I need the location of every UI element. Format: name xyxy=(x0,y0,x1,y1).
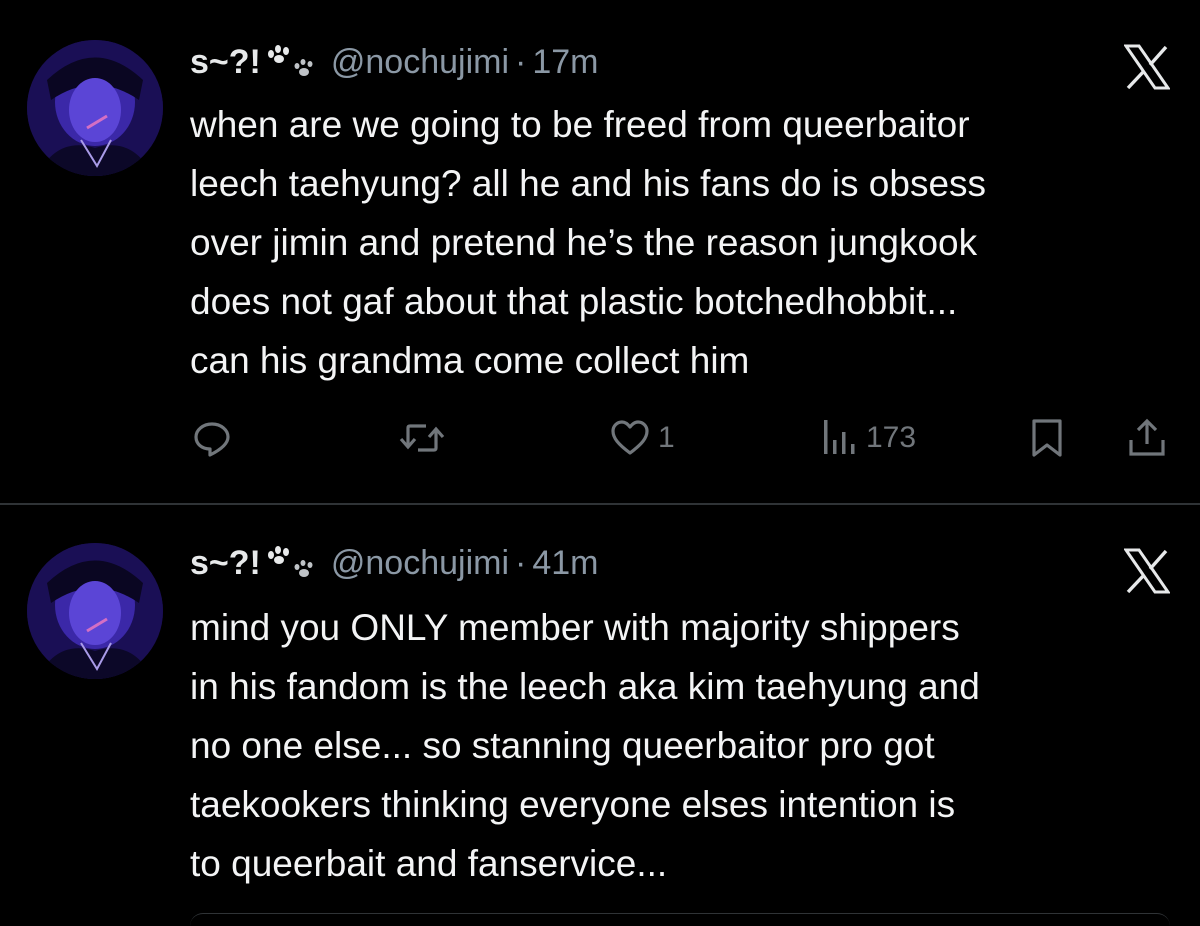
views-count: 173 xyxy=(866,421,917,454)
timestamp[interactable]: 41m xyxy=(532,544,598,583)
repost-icon xyxy=(399,424,445,452)
tweet-text-line: when are we going to be freed from queer… xyxy=(190,104,970,145)
tweet-text: when are we going to be freed from queer… xyxy=(190,95,1180,390)
tweet-text-line: to queerbait and fanservice... xyxy=(190,843,668,884)
views-button[interactable]: 173 xyxy=(816,413,916,463)
next-card-edge xyxy=(190,913,1170,926)
tweet-text-line: in his fandom is the leech aka kim taehy… xyxy=(190,666,980,707)
separator-dot: · xyxy=(515,42,527,81)
timestamp[interactable]: 17m xyxy=(532,43,598,82)
bookmark-button[interactable] xyxy=(1025,413,1069,463)
bar-chart-icon xyxy=(824,420,855,454)
tweet-1[interactable]: s~?! @nochujimi · 17m when are we going … xyxy=(0,0,1200,504)
separator-dot: · xyxy=(515,543,527,582)
user-handle[interactable]: @nochujimi xyxy=(331,43,509,82)
tweet-header: s~?! @nochujimi · 41m xyxy=(190,538,598,588)
x-logo-icon xyxy=(1124,44,1170,90)
tweet-text-line: mind you ONLY member with majority shipp… xyxy=(190,607,960,648)
heart-icon xyxy=(611,420,649,455)
like-count: 1 xyxy=(658,421,675,454)
tweet-text-line: no one else... so stanning queerbaitor p… xyxy=(190,725,935,766)
bookmark-icon xyxy=(1032,419,1062,457)
repost-button[interactable] xyxy=(396,413,448,463)
share-button[interactable] xyxy=(1125,413,1169,463)
display-name[interactable]: s~?! xyxy=(190,43,261,82)
reply-button[interactable] xyxy=(190,413,234,463)
tweet-text: mind you ONLY member with majority shipp… xyxy=(190,598,1180,893)
tweet-2[interactable]: s~?! @nochujimi · 41m mind you ONLY memb… xyxy=(0,506,1200,919)
avatar-photo xyxy=(27,543,163,679)
avatar-photo xyxy=(27,40,163,176)
avatar[interactable] xyxy=(27,40,163,176)
user-handle[interactable]: @nochujimi xyxy=(331,544,509,583)
tweet-text-line: leech taehyung? all he and his fans do i… xyxy=(190,163,987,204)
paw-prints-icon xyxy=(267,546,313,577)
share-upload-icon xyxy=(1129,418,1165,456)
tweet-header: s~?! @nochujimi · 17m xyxy=(190,37,598,87)
tweet-text-line: does not gaf about that plastic botchedh… xyxy=(190,281,958,322)
x-logo-icon xyxy=(1124,548,1170,594)
tweet-text-line: taekookers thinking everyone elses inten… xyxy=(190,784,956,825)
display-name[interactable]: s~?! xyxy=(190,544,261,583)
tweet-divider xyxy=(0,503,1200,505)
tweet-actions: 1 173 xyxy=(190,413,1170,463)
tweet-text-line: can his grandma come collect him xyxy=(190,340,750,381)
avatar[interactable] xyxy=(27,543,163,679)
like-button[interactable]: 1 xyxy=(608,413,675,463)
reply-bubble-icon xyxy=(194,422,230,457)
paw-prints-icon xyxy=(267,45,313,76)
tweet-text-line: over jimin and pretend he’s the reason j… xyxy=(190,222,978,263)
